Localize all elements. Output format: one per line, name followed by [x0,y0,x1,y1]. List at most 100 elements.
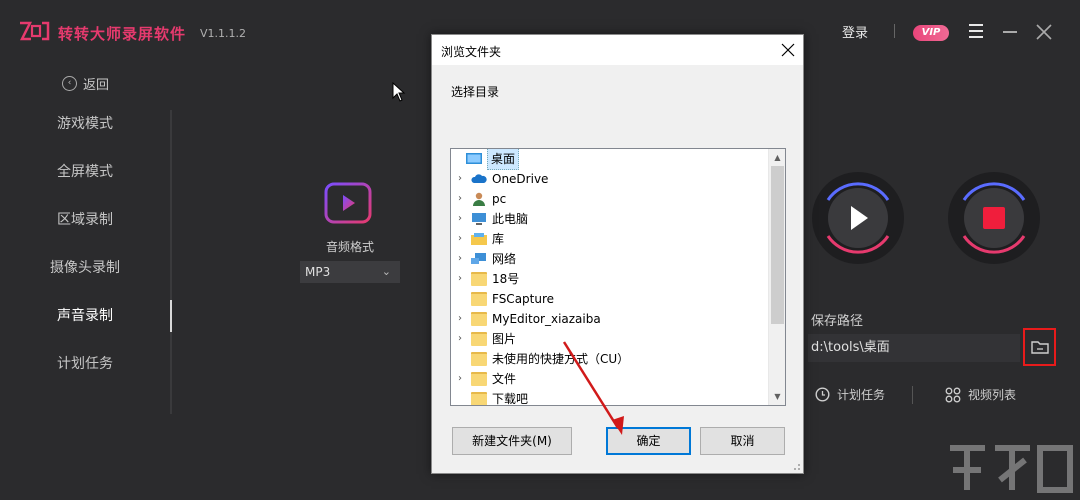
tree-item-label: 18号 [492,272,520,286]
vip-badge[interactable]: VIP [913,25,949,41]
sidebar-nav: 游戏模式 全屏模式 区域录制 摄像头录制 声音录制 计划任务 [0,100,175,388]
sidebar-active-indicator [170,300,172,332]
tree-item-folder[interactable]: 未使用的快捷方式（CU） [451,349,769,369]
sidebar-item-audio-record[interactable]: 声音录制 [0,292,170,340]
audio-format-value: MP3 [305,265,331,279]
folder-icon [471,372,487,386]
back-label: 返回 [83,78,110,93]
start-record-button[interactable] [810,170,906,266]
divider [894,24,895,38]
desktop-icon [466,153,482,164]
tree-item-label: 文件 [492,372,517,386]
scheduled-task-link[interactable]: 计划任务 [815,386,885,403]
grid-icon [945,387,961,402]
chevron-right-icon[interactable]: › [454,169,466,189]
cloud-icon [471,174,487,183]
folder-tree[interactable]: 桌面 › OneDrive › pc › 此电脑 › 库 › 网络 › 18号 … [450,148,786,406]
browse-folder-dialog: 浏览文件夹 选择目录 桌面 › OneDrive › pc › 此电脑 › 库 … [431,34,804,474]
scroll-up-icon[interactable]: ▲ [769,149,785,166]
tree-item-label: 未使用的快捷方式（CU） [492,352,630,366]
tree-item-onedrive[interactable]: › OneDrive [451,169,769,189]
tree-item-label: OneDrive [492,172,549,186]
sidebar-item-fullscreen-mode[interactable]: 全屏模式 [0,148,170,196]
chevron-right-icon[interactable]: › [454,309,466,329]
app-logo-icon [19,21,50,41]
tree-item-label: 图片 [492,332,517,346]
clock-icon [815,387,830,402]
resize-grip-icon[interactable] [791,461,801,471]
dialog-prompt: 选择目录 [451,85,500,99]
save-path-label: 保存路径 [811,314,864,329]
chevron-down-icon: ⌄ [381,265,391,278]
new-folder-button[interactable]: 新建文件夹(M) [452,427,572,455]
folder-icon [471,352,487,366]
sidebar-item-game-mode[interactable]: 游戏模式 [0,100,170,148]
dialog-title: 浏览文件夹 [441,45,502,59]
divider [912,386,913,404]
chevron-right-icon[interactable]: › [454,329,466,349]
tree-item-library[interactable]: › 库 [451,229,769,249]
chevron-right-icon[interactable]: › [454,249,466,269]
chevron-right-icon[interactable]: › [454,369,466,389]
folder-icon [471,272,487,286]
dialog-title-bar: 浏览文件夹 [432,35,803,65]
tree-item-label: 库 [492,232,505,246]
library-icon [471,233,487,245]
tree-item-folder[interactable]: › MyEditor_xiazaiba [451,309,769,329]
chevron-right-icon[interactable]: › [454,229,466,249]
video-list-label: 视频列表 [968,388,1017,402]
video-list-link[interactable]: 视频列表 [945,386,1016,403]
tree-item-label: 下载吧 [492,392,529,406]
scroll-down-icon[interactable]: ▼ [769,388,785,405]
tree-item-folder[interactable]: FSCapture [451,289,769,309]
tree-item-folder[interactable]: 下载吧 [451,389,769,406]
browse-folder-button[interactable] [1023,328,1056,366]
stop-record-button[interactable] [946,170,1042,266]
chevron-right-icon[interactable]: › [454,209,466,229]
tree-item-label: FSCapture [492,292,555,306]
menu-icon[interactable] [969,24,983,38]
tree-item-network[interactable]: › 网络 [451,249,769,269]
chevron-right-icon[interactable]: › [454,269,466,289]
tree-item-this-pc[interactable]: › 此电脑 [451,209,769,229]
audio-format-label: 音频格式 [326,240,375,254]
tree-item-label: pc [492,192,507,206]
back-button[interactable]: ‹ 返回 [62,74,109,93]
folder-icon [1030,341,1049,354]
tree-item-folder[interactable]: › 18号 [451,269,769,289]
login-button[interactable]: 登录 [842,22,868,41]
chevron-right-icon[interactable]: › [454,189,466,209]
tree-item-label: 此电脑 [492,212,529,226]
tree-item-folder[interactable]: › 图片 [451,329,769,349]
cancel-button[interactable]: 取消 [700,427,785,455]
scroll-thumb[interactable] [771,166,784,324]
mouse-cursor-icon [392,82,406,102]
tree-scrollbar[interactable]: ▲ ▼ [768,149,785,405]
folder-icon [471,392,487,405]
audio-format-select[interactable]: MP3 ⌄ [300,261,400,283]
chevron-left-icon: ‹ [62,76,77,91]
app-version: V1.1.1.2 [200,27,247,40]
minimize-icon[interactable] [1003,31,1017,33]
tree-item-pc-user[interactable]: › pc [451,189,769,209]
play-media-icon [324,182,372,224]
sidebar-divider [170,110,172,414]
computer-icon [472,213,486,225]
watermark-logo [950,445,1073,493]
save-path-field[interactable]: d:\tools\桌面 [808,334,1020,362]
scheduled-task-label: 计划任务 [837,388,886,402]
tree-item-desktop[interactable]: 桌面 [451,149,769,170]
sidebar-item-scheduled-task[interactable]: 计划任务 [0,340,170,388]
sidebar-item-region-record[interactable]: 区域录制 [0,196,170,244]
close-icon[interactable] [1036,24,1052,40]
tree-item-folder[interactable]: › 文件 [451,369,769,389]
folder-icon [471,312,487,326]
ok-button[interactable]: 确定 [606,427,691,455]
sidebar-item-camera-record[interactable]: 摄像头录制 [0,244,170,292]
tree-item-label: 桌面 [487,149,520,170]
network-icon [471,253,486,264]
user-icon [473,192,485,206]
close-icon[interactable] [781,43,795,57]
folder-icon [471,332,487,346]
app-title: 转转大师录屏软件 [58,25,187,43]
